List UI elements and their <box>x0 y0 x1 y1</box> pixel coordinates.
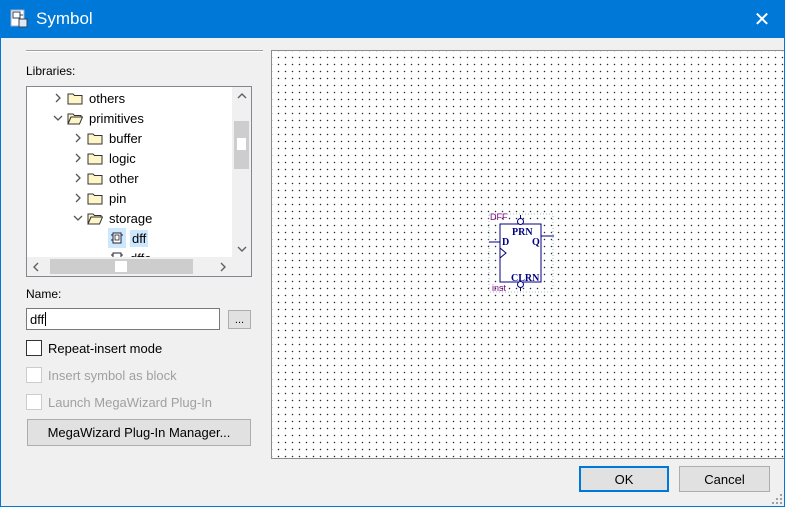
tree-item-label: storage <box>109 210 153 226</box>
chevron-down-icon[interactable] <box>49 108 67 128</box>
vertical-scroll-thumb[interactable] <box>234 121 249 169</box>
libraries-label: Libraries: <box>26 64 76 78</box>
port-clrn-label: CLRN <box>511 273 540 284</box>
checkbox-label: Insert symbol as block <box>48 367 177 383</box>
window-title: Symbol <box>36 9 93 28</box>
chevron-right-icon[interactable] <box>69 128 87 148</box>
tree-item-label: others <box>89 90 126 106</box>
chevron-right-icon[interactable] <box>49 88 67 108</box>
checkbox-box <box>26 367 42 383</box>
insert-as-block-checkbox: Insert symbol as block <box>26 366 177 384</box>
cancel-button[interactable]: Cancel <box>679 466 770 492</box>
name-input[interactable]: dff <box>26 308 220 330</box>
symbol-name-text: DFF <box>490 212 508 222</box>
checkbox-label: Repeat-insert mode <box>48 340 163 356</box>
symbol-chip-icon <box>111 232 123 244</box>
port-d-label: D <box>502 237 509 248</box>
name-label: Name: <box>26 287 62 301</box>
tree-item-label: logic <box>109 150 136 166</box>
scroll-down-icon[interactable] <box>232 241 251 258</box>
tree-horizontal-scrollbar[interactable] <box>27 257 232 276</box>
scroll-up-icon[interactable] <box>232 87 251 104</box>
ok-button[interactable]: OK <box>579 466 669 492</box>
close-button[interactable]: ✕ <box>739 0 785 38</box>
tree-item-storage[interactable]: storage <box>69 208 152 228</box>
instance-name-text: inst <box>492 283 507 293</box>
tree-item-label: buffer <box>109 130 143 146</box>
dff-symbol-preview: DFF PRN D Q CLRN inst <box>488 212 554 293</box>
port-q-label: Q <box>532 237 540 248</box>
browse-button[interactable]: ... <box>228 310 251 329</box>
title-bar: Symbol ✕ <box>0 0 785 38</box>
chevron-right-icon[interactable] <box>69 188 87 208</box>
folder-icon <box>67 93 83 105</box>
folder-open-icon <box>87 213 103 225</box>
tree-item-label: other <box>109 170 139 186</box>
checkbox-box[interactable] <box>26 340 42 356</box>
tree-item-logic[interactable]: logic <box>69 148 136 168</box>
port-prn-label: PRN <box>512 227 533 238</box>
tree-item-label: dff <box>130 229 149 247</box>
checkbox-box <box>26 394 42 410</box>
folder-icon <box>87 193 103 205</box>
tree-items: others primitives buffer logic other pin <box>27 87 232 258</box>
resize-grip-icon[interactable] <box>771 493 783 505</box>
separator <box>26 50 263 52</box>
symbol-preview-canvas[interactable]: DFF PRN D Q CLRN inst <box>271 50 785 459</box>
name-value: dff <box>30 312 45 327</box>
folder-icon <box>87 153 103 165</box>
chevron-down-icon[interactable] <box>69 208 87 228</box>
horizontal-scroll-thumb[interactable] <box>50 259 193 274</box>
scroll-left-icon[interactable] <box>27 257 44 276</box>
scroll-corner <box>232 257 251 276</box>
megawizard-manager-button[interactable]: MegaWizard Plug-In Manager... <box>27 419 251 446</box>
folder-open-icon <box>67 113 83 125</box>
tree-vertical-scrollbar[interactable] <box>232 87 251 258</box>
symbol-app-icon <box>10 9 28 28</box>
tree-item-label: primitives <box>89 110 144 126</box>
tree-item-label: pin <box>109 190 127 206</box>
launch-megawizard-checkbox: Launch MegaWizard Plug-In <box>26 393 212 411</box>
tree-item-others[interactable]: others <box>49 88 125 108</box>
tree-item-buffer[interactable]: buffer <box>69 128 142 148</box>
folder-icon <box>87 173 103 185</box>
tree-item-other[interactable]: other <box>69 168 139 188</box>
close-icon: ✕ <box>753 7 771 31</box>
chevron-right-icon[interactable] <box>69 168 87 188</box>
tree-item-dff[interactable]: dff <box>108 228 149 248</box>
tree-item-primitives[interactable]: primitives <box>49 108 144 128</box>
libraries-tree[interactable]: others primitives buffer logic other pin <box>26 86 252 277</box>
folder-icon <box>87 133 103 145</box>
chevron-right-icon[interactable] <box>69 148 87 168</box>
selection-highlight <box>108 228 126 248</box>
scroll-right-icon[interactable] <box>215 257 232 276</box>
repeat-insert-checkbox[interactable]: Repeat-insert mode <box>26 339 162 357</box>
tree-item-pin[interactable]: pin <box>69 188 126 208</box>
checkbox-label: Launch MegaWizard Plug-In <box>48 394 213 410</box>
text-caret <box>45 312 47 326</box>
